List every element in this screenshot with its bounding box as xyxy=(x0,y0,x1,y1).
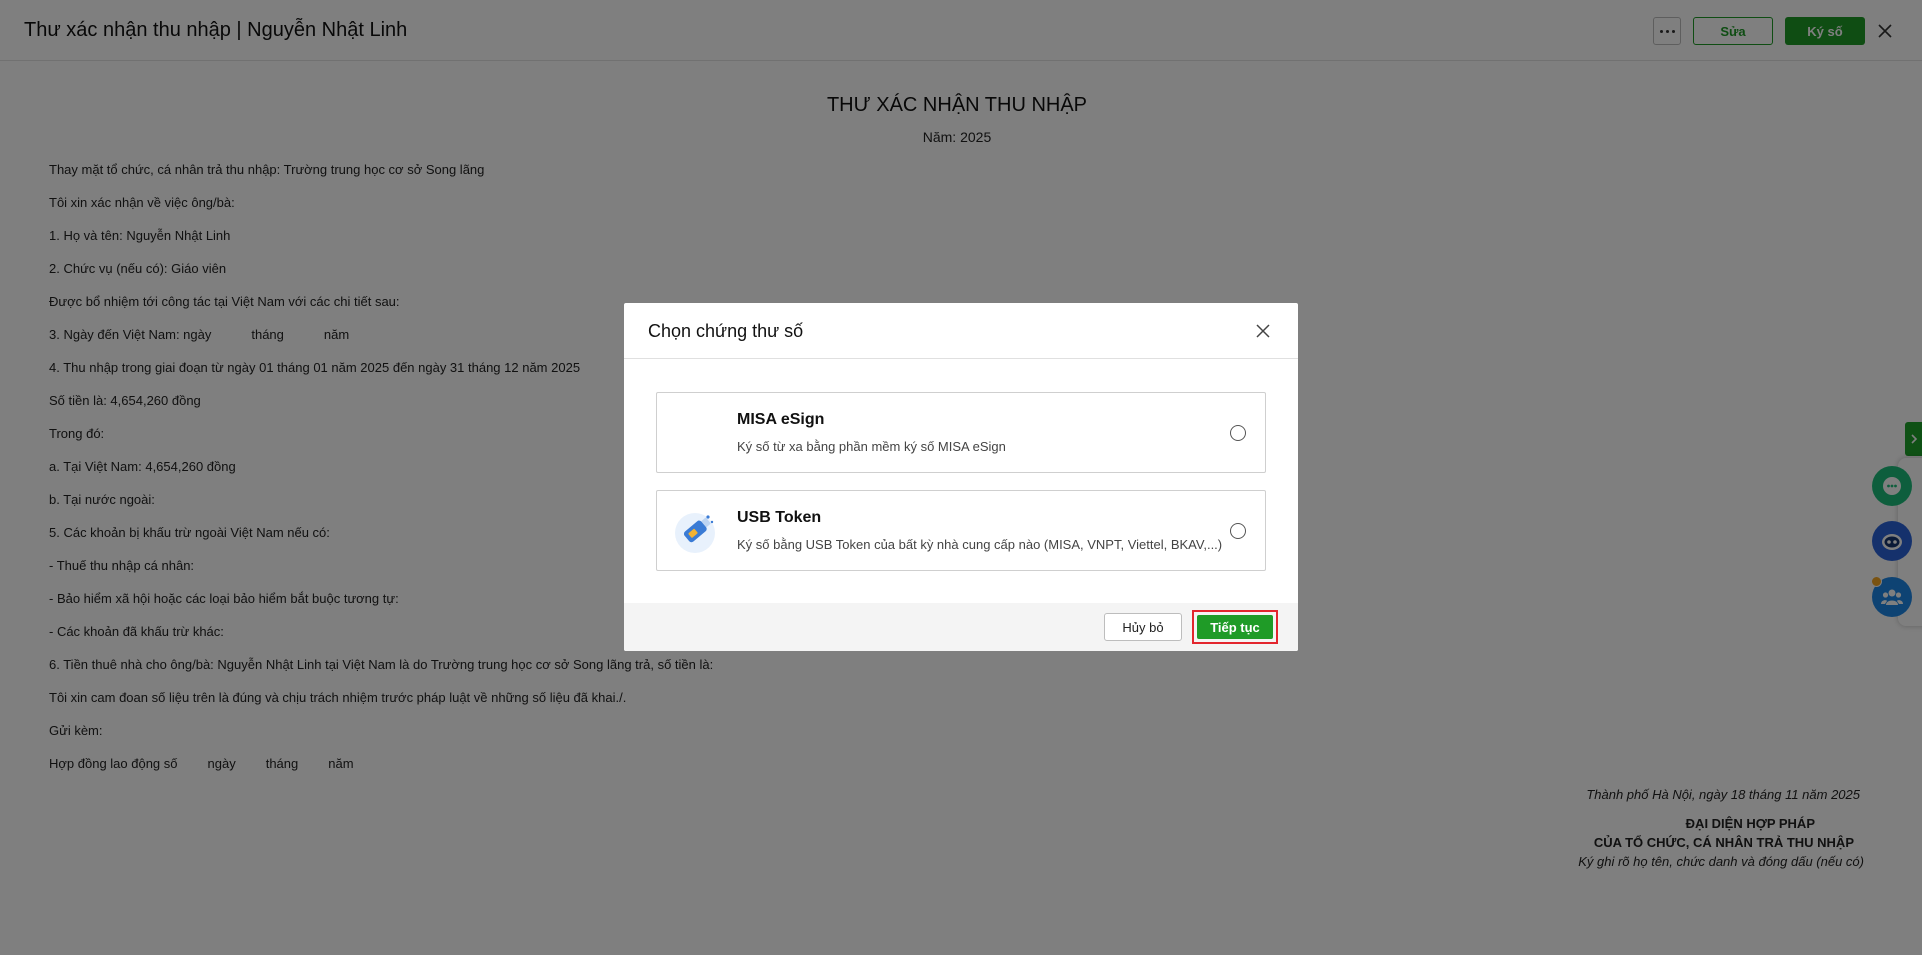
option-title: MISA eSign xyxy=(737,411,825,428)
dialog-header: Chọn chứng thư số xyxy=(624,303,1298,359)
cancel-button[interactable]: Hủy bỏ xyxy=(1104,613,1182,641)
option-description: Ký số từ xa bằng phần mềm ký số MISA eSi… xyxy=(737,439,1006,454)
option-radio[interactable] xyxy=(1230,425,1246,441)
continue-button[interactable]: Tiếp tục xyxy=(1197,615,1273,639)
usb-token-icon xyxy=(675,513,715,553)
dialog-footer: Hủy bỏ Tiếp tục xyxy=(624,603,1298,651)
option-description: Ký số bằng USB Token của bất kỳ nhà cung… xyxy=(737,537,1223,552)
option-radio[interactable] xyxy=(1230,523,1246,539)
dialog-title: Chọn chứng thư số xyxy=(648,321,804,341)
option-title: USB Token xyxy=(737,509,822,526)
continue-button-highlight: Tiếp tục xyxy=(1192,610,1278,644)
certificate-select-dialog: Chọn chứng thư số MISA eSign Ký số từ xa… xyxy=(624,303,1298,651)
close-icon xyxy=(1256,324,1270,338)
option-usb-token[interactable]: USB Token Ký số bằng USB Token của bất k… xyxy=(656,490,1266,571)
option-misa-esign[interactable]: MISA eSign Ký số từ xa bằng phần mềm ký … xyxy=(656,392,1266,473)
dialog-close-button[interactable] xyxy=(1251,319,1275,343)
